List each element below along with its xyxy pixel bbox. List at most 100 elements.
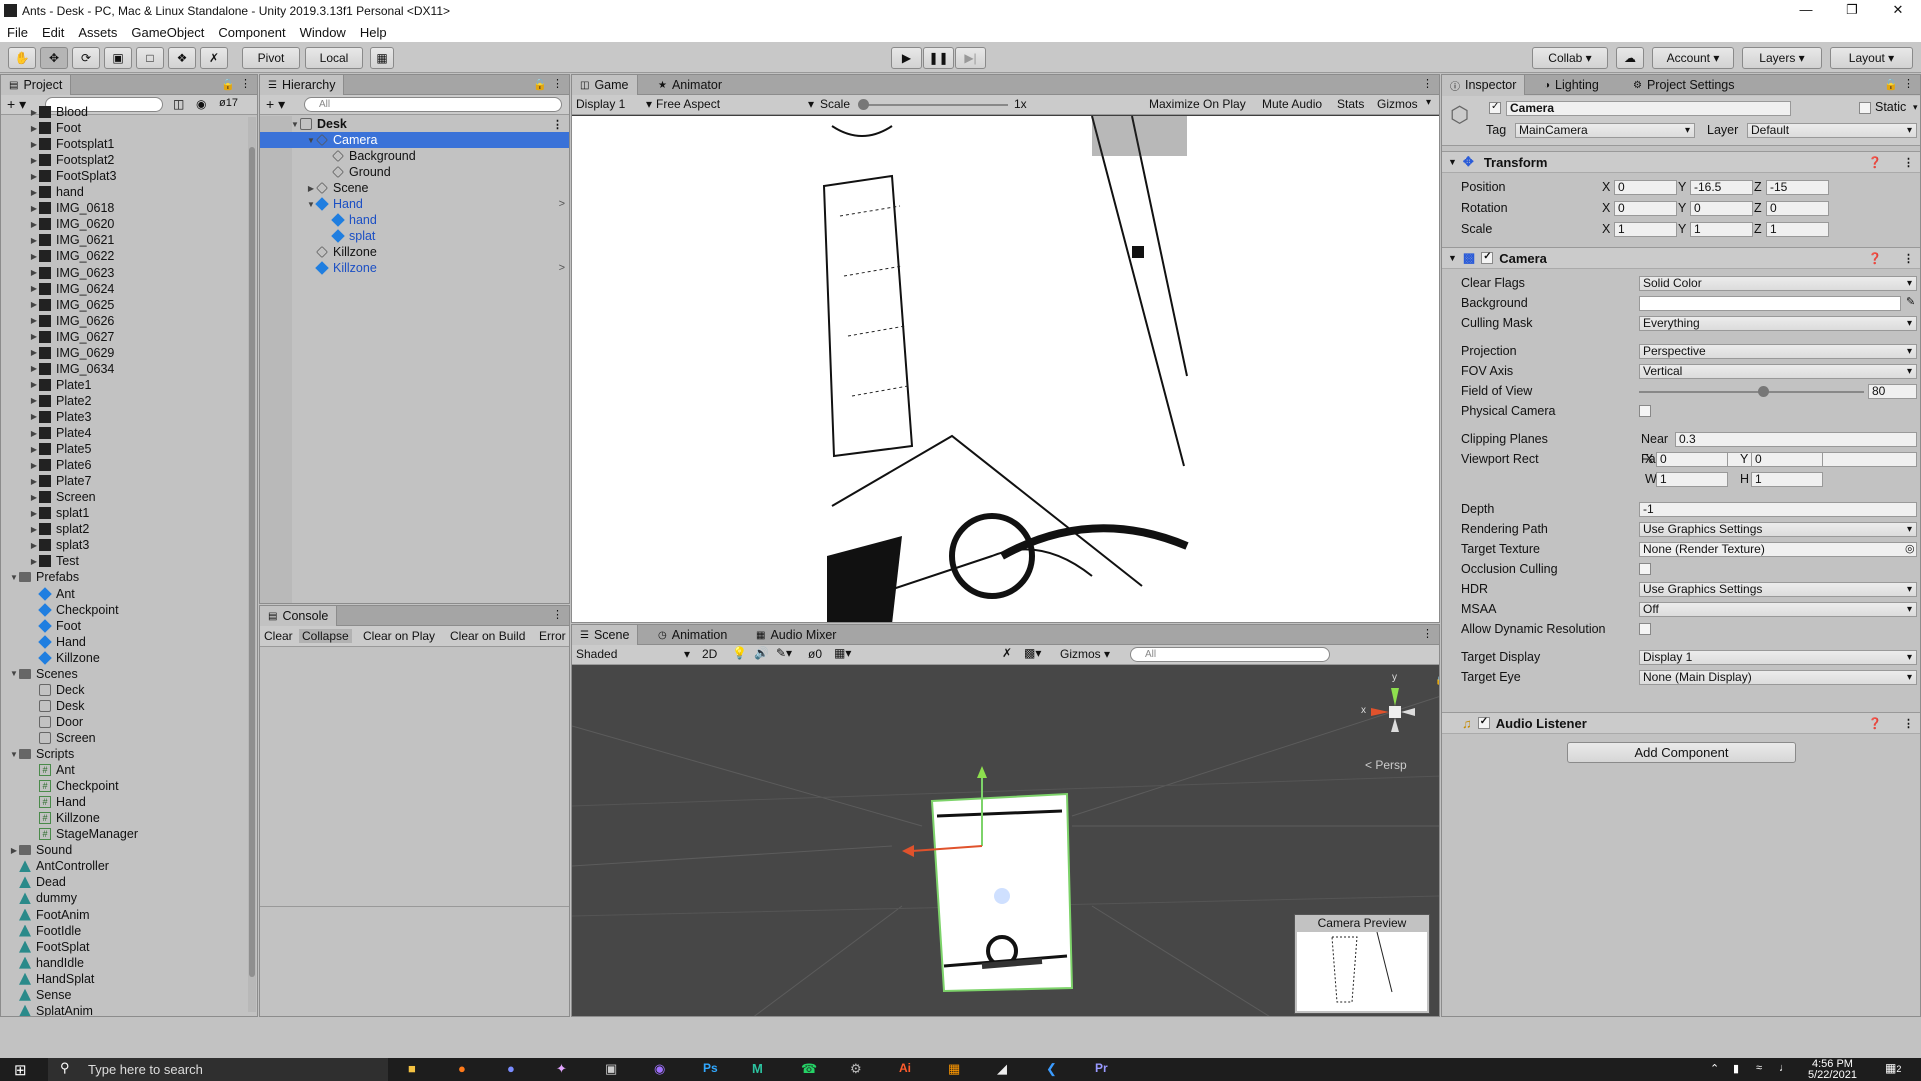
project-item-foot[interactable]: ▶ Foot	[29, 120, 81, 136]
scene-viewport[interactable]: y x 🔒 < Persp Camera Preview	[572, 666, 1439, 1016]
tab-scene[interactable]: ☰ Scene	[572, 625, 639, 645]
foldout-arrow-icon[interactable]: ▶	[29, 300, 39, 309]
tab-inspector[interactable]: ⓘ Inspector	[1442, 75, 1526, 95]
display-dropdown[interactable]: Display 1 ▾	[576, 97, 654, 111]
persp-label[interactable]: < Persp	[1365, 758, 1407, 772]
camera-help-icon[interactable]: ❓	[1868, 252, 1882, 265]
project-item-screen[interactable]: ▶ Screen	[29, 489, 96, 505]
project-item-scripts[interactable]: ▼ Scripts	[9, 746, 74, 762]
rx-field[interactable]: 0	[1614, 201, 1677, 216]
hierarchy-item-splat[interactable]: splat	[260, 228, 569, 244]
hierarchy-item-hand[interactable]: hand	[260, 212, 569, 228]
project-item-hand[interactable]: # Hand	[29, 794, 86, 810]
slack-icon[interactable]: ✦	[556, 1061, 567, 1077]
project-item-plate1[interactable]: ▶ Plate1	[29, 377, 92, 393]
foldout-arrow-icon[interactable]: ▶	[29, 204, 39, 213]
fov-axis-dropdown[interactable]: Vertical	[1639, 364, 1917, 379]
audio-listener-help-icon[interactable]: ❓	[1868, 717, 1882, 730]
foldout-arrow-icon[interactable]: ▶	[29, 557, 39, 566]
github-icon[interactable]: ◉	[654, 1061, 665, 1077]
foldout-arrow-icon[interactable]: ▶	[29, 429, 39, 438]
ry-field[interactable]: 0	[1690, 201, 1753, 216]
sx-field[interactable]: 1	[1614, 222, 1677, 237]
pivot-button[interactable]: Pivot	[242, 47, 300, 69]
add-component-button[interactable]: Add Component	[1567, 742, 1796, 763]
project-item-img-0622[interactable]: ▶ IMG_0622	[29, 248, 114, 264]
inspector-more-icon[interactable]: ⋮	[1903, 77, 1914, 90]
create-icon[interactable]: + ▾	[7, 96, 26, 113]
collab-button[interactable]: Collab ▾	[1532, 47, 1608, 69]
more-icon[interactable]: ⋮	[240, 77, 251, 90]
console-more-icon[interactable]: ⋮	[552, 608, 563, 621]
filter-label-icon[interactable]: ◉	[196, 97, 206, 111]
project-item-antcontroller[interactable]: AntController	[9, 858, 109, 874]
maya-icon[interactable]: M	[752, 1061, 763, 1076]
static-checkbox[interactable]	[1859, 102, 1871, 114]
project-item-desk[interactable]: Desk	[29, 698, 84, 714]
sz-field[interactable]: 1	[1766, 222, 1829, 237]
account-dropdown[interactable]: Account ▾	[1652, 47, 1734, 69]
stats-button[interactable]: Stats	[1337, 97, 1364, 111]
vw-field[interactable]: 1	[1656, 472, 1728, 487]
game-more-icon[interactable]: ⋮	[1422, 77, 1433, 90]
project-item-hand[interactable]: ▶ hand	[29, 184, 84, 200]
hierarchy-item-desk[interactable]: ▼ Desk ⋮	[260, 116, 569, 132]
foldout-arrow-icon[interactable]: ▶	[29, 172, 39, 181]
tray-chevron-icon[interactable]: ⌃	[1710, 1062, 1719, 1075]
project-item-img-0629[interactable]: ▶ IMG_0629	[29, 345, 114, 361]
hierarchy-item-hand[interactable]: ▼ Hand >	[260, 196, 569, 212]
physical-camera-checkbox[interactable]	[1639, 405, 1651, 417]
project-item-img-0626[interactable]: ▶ IMG_0626	[29, 313, 114, 329]
project-item-checkpoint[interactable]: # Checkpoint	[29, 778, 119, 794]
foldout-arrow-icon[interactable]: ▶	[29, 140, 39, 149]
cloud-icon[interactable]: ☁	[1616, 47, 1644, 69]
tab-console[interactable]: ▤ Console	[260, 606, 338, 626]
hierarchy-item-killzone[interactable]: Killzone	[260, 244, 569, 260]
hierarchy-item-killzone[interactable]: Killzone >	[260, 260, 569, 276]
console-error-pause-button[interactable]: Error Pause	[539, 629, 569, 643]
foldout-arrow-icon[interactable]: ▶	[29, 220, 39, 229]
target-display-dropdown[interactable]: Display 1	[1639, 650, 1917, 665]
project-scrollbar[interactable]	[248, 117, 256, 1012]
audio-listener-header[interactable]: ♫ ✓ Audio Listener ❓ ⋮	[1442, 712, 1920, 734]
game-viewport[interactable]	[572, 115, 1439, 622]
menu-assets[interactable]: Assets	[71, 25, 124, 40]
messenger-icon[interactable]: ●	[507, 1061, 515, 1076]
clear-flags-dropdown[interactable]: Solid Color	[1639, 276, 1917, 291]
active-checkbox[interactable]: ✓	[1489, 101, 1501, 114]
prefab-open-icon[interactable]: >	[559, 198, 565, 210]
project-item-img-0624[interactable]: ▶ IMG_0624	[29, 281, 114, 297]
project-item-img-0634[interactable]: ▶ IMG_0634	[29, 361, 114, 377]
rect-tool-icon[interactable]: □	[136, 47, 164, 69]
project-item-stagemanager[interactable]: # StageManager	[29, 826, 138, 842]
project-item-scenes[interactable]: ▼ Scenes	[9, 666, 78, 682]
project-item-prefabs[interactable]: ▼ Prefabs	[9, 569, 79, 585]
hierarchy-item-ground[interactable]: Ground	[260, 164, 569, 180]
foldout-arrow-icon[interactable]: ▶	[29, 445, 39, 454]
near-field[interactable]: 0.3	[1675, 432, 1917, 447]
tray-network-icon[interactable]: ≈	[1756, 1062, 1762, 1074]
project-item-img-0623[interactable]: ▶ IMG_0623	[29, 265, 114, 281]
game-gizmos-button[interactable]: Gizmos	[1377, 97, 1418, 111]
foldout-arrow-icon[interactable]: ▶	[29, 380, 39, 389]
project-item-handsplat[interactable]: HandSplat	[9, 971, 94, 987]
snap-icon[interactable]: ▦	[370, 47, 394, 69]
project-item-handidle[interactable]: handIdle	[9, 955, 84, 971]
notifications-icon[interactable]: ▦2	[1885, 1061, 1901, 1075]
foldout-arrow-icon[interactable]: ▶	[29, 252, 39, 261]
tab-hierarchy[interactable]: ☰ Hierarchy	[260, 75, 345, 95]
layout-dropdown[interactable]: Layout ▾	[1830, 47, 1913, 69]
scene-gizmos-button[interactable]: Gizmos ▾	[1060, 647, 1110, 661]
foldout-arrow-icon[interactable]: ▶	[29, 541, 39, 550]
minimize-icon[interactable]: —	[1783, 0, 1829, 22]
pause-button[interactable]: ❚❚	[923, 47, 954, 69]
foldout-arrow-icon[interactable]: ▶	[29, 493, 39, 502]
transform-header[interactable]: ▼ ✥ Transform ❓ ⋮	[1442, 151, 1920, 173]
mute-audio-button[interactable]: Mute Audio	[1262, 97, 1322, 111]
foldout-arrow-icon[interactable]: ▶	[29, 108, 39, 117]
project-item-img-0627[interactable]: ▶ IMG_0627	[29, 329, 114, 345]
firefox-icon[interactable]: ●	[458, 1061, 466, 1076]
foldout-arrow-icon[interactable]: ▶	[9, 846, 19, 855]
move-tool-icon[interactable]: ✥	[40, 47, 68, 69]
project-item-blood[interactable]: ▶ Blood	[29, 104, 88, 120]
